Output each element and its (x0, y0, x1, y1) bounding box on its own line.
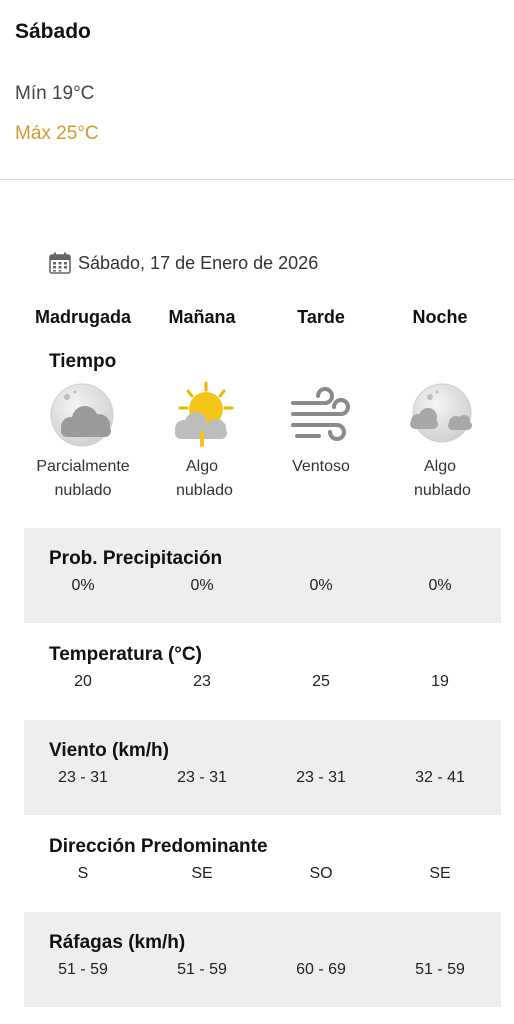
min-temperature: Mín 19°C (15, 83, 95, 104)
partly-cloudy-night-icon (50, 383, 114, 447)
row-label: Prob. Precipitación (49, 548, 223, 569)
day-summary: Sábado Mín 19°C Máx 25°C (0, 0, 514, 180)
calendar-icon (49, 252, 71, 274)
period-noche: Noche (412, 307, 468, 327)
condition-icon-1 (142, 381, 262, 453)
wind-direction-row: Dirección Predominante S SE SO SE (24, 816, 501, 911)
condition-text-0: Parcialmente nublado (36, 458, 130, 499)
condition-text-1: Algo nublado (176, 458, 233, 499)
row-label: Temperatura (°C) (49, 644, 202, 665)
row-value: 23 - 31 (296, 769, 346, 786)
period-manana: Mañana (168, 307, 236, 327)
row-value: SE (191, 865, 213, 882)
temperature-row: Temperatura (°C) 20 23 25 19 (24, 624, 501, 719)
row-value: 0% (190, 577, 214, 594)
row-value: 25 (312, 673, 330, 690)
day-title: Sábado (15, 20, 91, 43)
max-temperature: Máx 25°C (15, 123, 99, 144)
divider (0, 179, 514, 180)
gusts-row: Ráfagas (km/h) 51 - 59 51 - 59 60 - 69 5… (24, 912, 501, 1007)
sun-cloud-icon (175, 381, 234, 447)
wind-icon (291, 387, 350, 441)
period-tarde: Tarde (297, 307, 345, 327)
row-value: 19 (431, 673, 449, 690)
row-value: 23 (193, 673, 211, 690)
row-value: 51 - 59 (415, 961, 465, 978)
row-value: 51 - 59 (58, 961, 108, 978)
condition-icon-3 (380, 381, 500, 453)
condition-icon-2 (261, 381, 381, 453)
row-value: 23 - 31 (58, 769, 108, 786)
row-value: 51 - 59 (177, 961, 227, 978)
row-label: Ráfagas (km/h) (49, 932, 186, 953)
precipitation-row: Prob. Precipitación 0% 0% 0% 0% (24, 528, 501, 623)
row-value: S (77, 865, 89, 882)
date-row: Sábado, 17 de Enero de 2026 (48, 249, 318, 277)
condition-text-3: Algo nublado (414, 458, 471, 499)
row-value: 23 - 31 (177, 769, 227, 786)
condition-icon-0 (23, 381, 143, 453)
cloudy-night-icon (410, 383, 472, 443)
weather-label: Tiempo (49, 351, 117, 372)
row-value: SE (429, 865, 451, 882)
row-label: Viento (km/h) (49, 740, 169, 761)
row-value: 0% (309, 577, 333, 594)
row-value: 0% (428, 577, 452, 594)
period-madrugada: Madrugada (34, 307, 131, 327)
wind-row: Viento (km/h) 23 - 31 23 - 31 23 - 31 32… (24, 720, 501, 815)
row-value: SO (309, 865, 333, 882)
row-value: 0% (71, 577, 95, 594)
row-label: Dirección Predominante (49, 836, 268, 857)
row-value: 32 - 41 (415, 769, 465, 786)
row-value: 20 (74, 673, 92, 690)
forecast-date: Sábado, 17 de Enero de 2026 (78, 252, 319, 273)
row-value: 60 - 69 (296, 961, 346, 978)
condition-text-2: Ventoso (292, 458, 350, 475)
